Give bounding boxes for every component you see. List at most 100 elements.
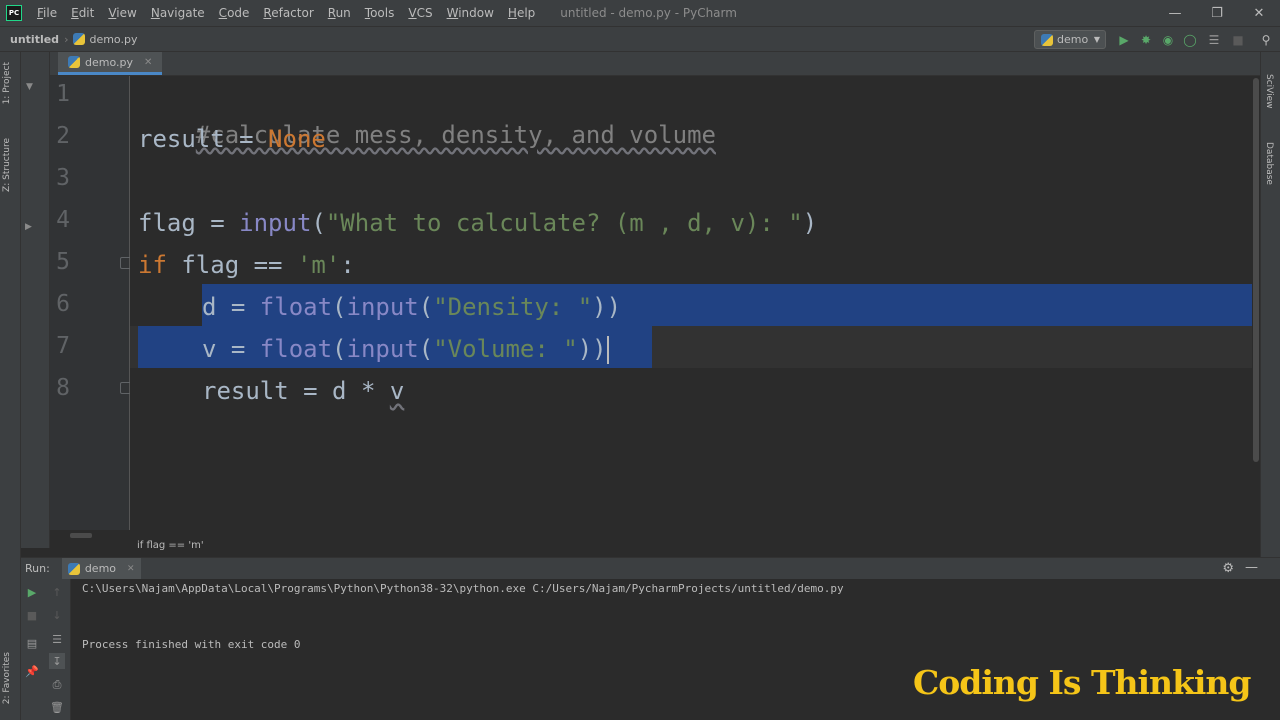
line-number: 5	[56, 249, 70, 275]
close-tab-icon[interactable]: ✕	[127, 564, 135, 574]
builtin-token: float	[259, 335, 333, 363]
code-editor[interactable]: #calculate mess, density, and volume res…	[130, 76, 1252, 530]
menu-run[interactable]: Run	[321, 6, 358, 20]
stop-icon[interactable]: ■	[24, 607, 40, 623]
code-token: v	[389, 377, 405, 405]
code-token: v =	[202, 335, 260, 363]
run-panel-header: Run: demo ✕ ⚙ —	[21, 557, 1280, 580]
expand-arrow-icon[interactable]: ▼	[26, 82, 33, 92]
menu-navigate[interactable]: Navigate	[144, 6, 212, 20]
right-tool-strip: SciView Database	[1260, 52, 1280, 557]
debug-icon[interactable]: ✸	[1138, 32, 1154, 48]
line-number: 8	[56, 375, 70, 401]
build-icon[interactable]: ☰	[1206, 32, 1222, 48]
trash-icon[interactable]: 🗑	[49, 699, 65, 715]
editor-tab-demo[interactable]: demo.py ✕	[58, 52, 163, 75]
python-config-icon	[67, 562, 80, 575]
breadcrumb-project[interactable]: untitled	[10, 33, 59, 46]
pycharm-logo-icon: PC	[6, 5, 22, 21]
code-line-4: flag = input("What to calculate? (m , d,…	[138, 204, 817, 242]
builtin-token: float	[259, 293, 333, 321]
layout-icon[interactable]: ▤	[24, 635, 40, 651]
soft-wrap-icon[interactable]: ☰	[49, 631, 65, 647]
line-number: 2	[56, 123, 70, 149]
close-tab-icon[interactable]: ✕	[144, 57, 152, 68]
code-token: d =	[202, 293, 260, 321]
scrollbar-thumb[interactable]	[70, 533, 92, 538]
code-token: (	[311, 209, 326, 237]
text-caret	[606, 336, 609, 364]
string-token: "Density: "	[433, 293, 593, 321]
keyword-token: None	[268, 125, 326, 153]
run-config-dropdown[interactable]: demo ▼	[1034, 30, 1106, 49]
line-number: 3	[56, 165, 70, 191]
minimize-panel-icon[interactable]: —	[1245, 560, 1258, 575]
tab-structure[interactable]: Z: Structure	[2, 138, 12, 192]
code-token: ))	[592, 293, 622, 321]
menu-refactor[interactable]: Refactor	[256, 6, 320, 20]
code-line-7: v = float(input("Volume: "))	[202, 330, 609, 368]
breadcrumb-separator: ›	[64, 32, 69, 46]
window-title: untitled - demo.py - PyCharm	[560, 6, 737, 20]
code-token: (	[332, 335, 347, 363]
string-token: "What to calculate? (m , d, v): "	[325, 209, 803, 237]
editor-tab-label: demo.py	[85, 55, 133, 69]
editor-tab-bar: demo.py ✕	[50, 52, 1260, 76]
up-arrow-icon[interactable]: ↑	[49, 584, 65, 600]
stop-icon[interactable]: ■	[1230, 32, 1246, 48]
python-config-icon	[1041, 33, 1053, 46]
menu-code[interactable]: Code	[212, 6, 257, 20]
down-arrow-icon[interactable]: ↓	[49, 607, 65, 623]
breadcrumb-file[interactable]: demo.py	[73, 33, 137, 46]
code-token: flag ==	[166, 251, 297, 279]
scrollbar-thumb[interactable]	[1253, 78, 1259, 462]
navigation-bar: untitled › demo.py demo ▼ ▶ ✸ ◉ ◯ ☰ ■ ⚲	[0, 26, 1280, 52]
code-token: ))	[577, 335, 607, 363]
tab-database[interactable]: Database	[1264, 142, 1274, 185]
menu-file[interactable]: File	[30, 6, 64, 20]
search-icon[interactable]: ⚲	[1258, 32, 1274, 48]
menu-vcs[interactable]: VCS	[401, 6, 439, 20]
tab-sciview[interactable]: SciView	[1264, 74, 1274, 109]
restore-icon[interactable]: ❐	[1196, 0, 1238, 26]
tab-project[interactable]: 1: Project	[2, 62, 12, 104]
menu-bar: PC File Edit View Navigate Code Refactor…	[0, 0, 1280, 26]
menu-window[interactable]: Window	[440, 6, 501, 20]
tab-favorites[interactable]: 2: Favorites	[2, 652, 12, 704]
profile-icon[interactable]: ◯	[1182, 32, 1198, 48]
run-tab-demo[interactable]: demo ✕	[61, 557, 141, 580]
run-icon[interactable]: ▶	[1116, 32, 1132, 48]
code-token: result =	[138, 125, 269, 153]
string-token: 'm'	[296, 251, 341, 279]
line-number-gutter: 1 2 3 4 5 6 7 8	[50, 76, 132, 530]
code-token: flag =	[138, 209, 240, 237]
collapse-arrow-icon[interactable]: ▶	[25, 222, 32, 232]
line-number: 1	[56, 81, 70, 107]
rerun-icon[interactable]: ▶	[24, 584, 40, 600]
gear-icon[interactable]: ⚙	[1222, 561, 1234, 576]
editor-vertical-scrollbar[interactable]	[1252, 76, 1260, 530]
minimize-icon[interactable]: —	[1154, 0, 1196, 26]
menu-view[interactable]: View	[101, 6, 143, 20]
menu-help[interactable]: Help	[501, 6, 542, 20]
run-tab-label: demo	[84, 562, 117, 575]
builtin-token: input	[346, 335, 419, 363]
pin-icon[interactable]: 📌	[24, 663, 40, 679]
code-breadcrumb[interactable]: if flag == 'm'	[130, 538, 1252, 556]
menu-tools[interactable]: Tools	[358, 6, 402, 20]
left-tool-strip: 1: Project Z: Structure 2: Favorites	[0, 52, 21, 720]
coverage-icon[interactable]: ◉	[1160, 32, 1176, 48]
line-number: 4	[56, 207, 70, 233]
builtin-token: input	[346, 293, 419, 321]
scroll-to-end-icon[interactable]: ↧	[49, 653, 65, 669]
print-icon[interactable]: ⎙	[49, 677, 65, 693]
code-token: )	[802, 209, 818, 237]
menu-edit[interactable]: Edit	[64, 6, 101, 20]
code-line-6: d = float(input("Density: "))	[202, 288, 621, 326]
chevron-down-icon: ▼	[1093, 35, 1100, 44]
python-file-icon	[73, 33, 86, 45]
code-token: :	[340, 251, 355, 279]
project-panel-collapsed: ▼ ▶	[21, 52, 50, 548]
code-token: (	[332, 293, 347, 321]
close-icon[interactable]: ✕	[1238, 0, 1280, 26]
